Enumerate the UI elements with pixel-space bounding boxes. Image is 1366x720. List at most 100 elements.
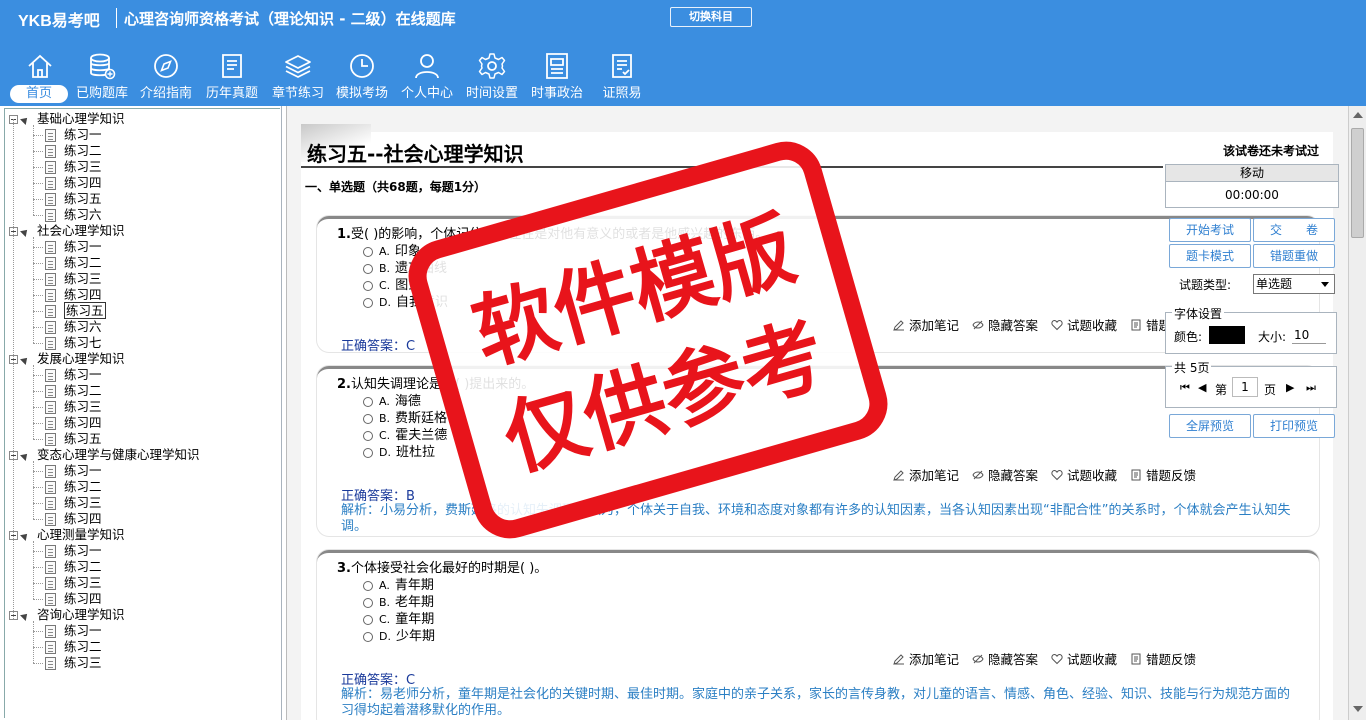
tree-item[interactable]: 练习五 [45,191,102,207]
nav-chapter-practice[interactable]: 章节练习 [266,48,330,104]
radio-button[interactable] [363,597,373,608]
tree-item[interactable]: 练习四 [45,415,102,431]
option-b[interactable]: B. 老年期 [363,594,434,611]
tree-group[interactable]: 变态心理学与健康心理学知识 [9,447,200,463]
scroll-down-arrow[interactable] [1353,706,1363,712]
tree-item[interactable]: 练习五 [45,431,102,447]
tree-group[interactable]: 基础心理学知识 [9,111,125,127]
tree-group[interactable]: 社会心理学知识 [9,223,125,239]
tree-item[interactable]: 练习六 [45,207,102,223]
tree-item[interactable]: 练习二 [45,559,102,575]
tree-item[interactable]: 练习二 [45,255,102,271]
nav-current-affairs[interactable]: 时事政治 [525,48,589,104]
radio-button[interactable] [363,246,373,257]
prev-page-icon[interactable]: ◀ [1198,381,1206,394]
option-a[interactable]: A. 印象 [363,243,421,260]
hide-answer-button[interactable]: 隐藏答案 [972,465,1038,484]
print-preview-button[interactable]: 打印预览 [1253,414,1335,438]
report-error-button[interactable]: 错题反馈 [1130,649,1196,668]
nav-mock-exam[interactable]: 模拟考场 [330,48,394,104]
nav-past-exams[interactable]: 历年真题 [200,48,264,104]
submit-exam-button[interactable]: 交 卷 [1253,218,1335,242]
page-number-input[interactable]: 1 [1232,377,1258,397]
radio-button[interactable] [363,396,373,407]
next-page-icon[interactable]: ▶ [1286,381,1294,394]
tree-item[interactable]: 练习六 [45,319,102,335]
tree-item[interactable]: 练习四 [45,591,102,607]
option-d[interactable]: D. 自我意识 [363,294,448,311]
nav-guide[interactable]: 介绍指南 [134,48,198,104]
favorite-button[interactable]: 试题收藏 [1051,649,1117,668]
tree-group[interactable]: 发展心理学知识 [9,351,125,367]
hide-answer-button[interactable]: 隐藏答案 [972,649,1038,668]
redo-wrong-button[interactable]: 错题重做 [1253,244,1335,268]
option-c[interactable]: C. 霍夫兰德 [363,427,447,444]
tree-group[interactable]: 心理测量学知识 [9,527,125,543]
tree-item[interactable]: 练习五 [45,302,106,319]
tree-item[interactable]: 练习一 [45,367,102,383]
vertical-scrollbar[interactable] [1348,106,1366,720]
tree-item[interactable]: 练习一 [45,127,102,143]
tree-item[interactable]: 练习三 [45,159,102,175]
tree-item[interactable]: 练习七 [45,335,102,351]
tree-item[interactable]: 练习一 [45,543,102,559]
tree-item[interactable]: 练习一 [45,239,102,255]
switch-subject-button[interactable]: 切换科目 [670,7,752,27]
tree-item[interactable]: 练习二 [45,143,102,159]
radio-button[interactable] [363,430,373,441]
radio-button[interactable] [363,263,373,274]
option-a[interactable]: A. 海德 [363,393,421,410]
radio-button[interactable] [363,447,373,458]
tree-item[interactable]: 练习一 [45,623,102,639]
radio-button[interactable] [363,631,373,642]
tree-item[interactable]: 练习二 [45,479,102,495]
nav-purchased[interactable]: 已购题库 [70,48,134,104]
nav-license[interactable]: 证照易 [590,48,654,104]
tree-item[interactable]: 练习三 [45,495,102,511]
report-error-button[interactable]: 错题反馈 [1130,465,1196,484]
nav-home[interactable]: 首页 [8,48,72,104]
tree-item[interactable]: 练习一 [45,463,102,479]
first-page-icon[interactable]: ⏮ [1180,381,1190,395]
option-b[interactable]: B. 费斯廷格 [363,410,447,427]
card-mode-button[interactable]: 题卡模式 [1169,244,1251,268]
tree-item[interactable]: 练习三 [45,271,102,287]
hide-answer-button[interactable]: 隐藏答案 [972,315,1038,334]
option-d[interactable]: D. 少年期 [363,628,435,645]
radio-button[interactable] [363,297,373,308]
start-exam-button[interactable]: 开始考试 [1169,218,1251,242]
radio-button[interactable] [363,580,373,591]
tree-item[interactable]: 练习四 [45,175,102,191]
nav-time-settings[interactable]: 时间设置 [460,48,524,104]
question-type-select[interactable]: 单选题 [1253,274,1335,294]
favorite-button[interactable]: 试题收藏 [1051,315,1117,334]
add-note-button[interactable]: 添加笔记 [893,649,959,668]
tree-item[interactable]: 练习三 [45,575,102,591]
font-size-input[interactable]: 10 [1292,326,1326,344]
tree-item[interactable]: 练习二 [45,383,102,399]
tree-item[interactable]: 练习三 [45,399,102,415]
tree-item[interactable]: 练习四 [45,287,102,303]
add-note-button[interactable]: 添加笔记 [893,315,959,334]
nav-profile[interactable]: 个人中心 [395,48,459,104]
radio-button[interactable] [363,614,373,625]
radio-button[interactable] [363,280,373,291]
tree-item[interactable]: 练习二 [45,639,102,655]
option-c[interactable]: C. 童年期 [363,611,434,628]
option-b[interactable]: B. 遗忘曲线 [363,260,447,277]
fullscreen-preview-button[interactable]: 全屏预览 [1169,414,1251,438]
panel-move-handle[interactable]: 移动 [1165,164,1339,182]
scrollbar-thumb[interactable] [1351,128,1364,238]
option-d[interactable]: D. 班杜拉 [363,444,435,461]
tree-group[interactable]: 咨询心理学知识 [9,607,125,623]
last-page-icon[interactable]: ⏭ [1306,381,1316,395]
radio-button[interactable] [363,413,373,424]
favorite-button[interactable]: 试题收藏 [1051,465,1117,484]
scroll-up-arrow[interactable] [1353,112,1363,118]
option-c[interactable]: C. 图式 [363,277,421,294]
font-color-swatch[interactable] [1209,326,1245,344]
option-a[interactable]: A. 青年期 [363,577,434,594]
tree-item[interactable]: 练习四 [45,511,102,527]
tree-item[interactable]: 练习三 [45,655,102,671]
add-note-button[interactable]: 添加笔记 [893,465,959,484]
